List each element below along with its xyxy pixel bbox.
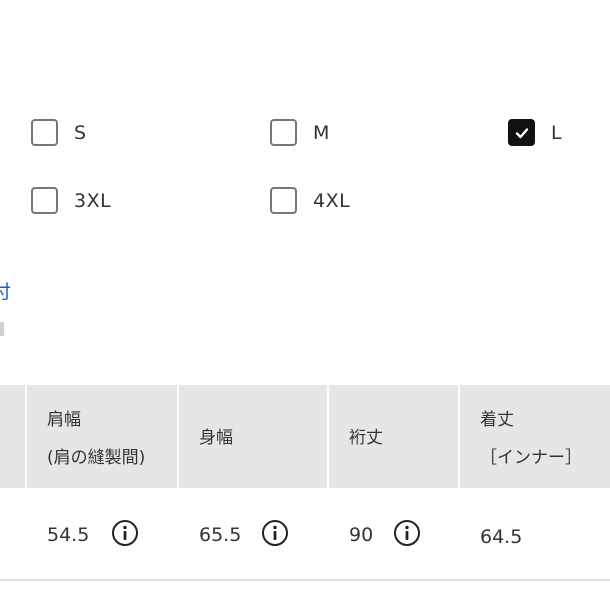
size-option-s[interactable]: S bbox=[31, 119, 87, 146]
table-cell-sleeve: 90 bbox=[329, 488, 460, 582]
size-label: S bbox=[74, 121, 87, 144]
header-label: 身幅 bbox=[199, 428, 233, 448]
header-label: 着丈 bbox=[480, 410, 514, 430]
table-cell-length: 64.5 bbox=[460, 488, 610, 582]
size-label: L bbox=[551, 121, 563, 144]
table-header-length: 着丈 ［インナー］ bbox=[460, 385, 610, 488]
size-checkbox-l[interactable] bbox=[508, 119, 535, 146]
table-header-shoulder: 肩幅 (肩の縫製間) bbox=[27, 385, 179, 488]
table-header-body-width: 身幅 bbox=[179, 385, 329, 488]
size-label: M bbox=[313, 121, 330, 144]
info-icon[interactable] bbox=[111, 519, 139, 547]
cell-value: 54.5 bbox=[47, 524, 90, 546]
size-checkbox-m[interactable] bbox=[270, 119, 297, 146]
table-cell-body-width: 65.5 bbox=[179, 488, 329, 582]
size-option-m[interactable]: M bbox=[270, 119, 330, 146]
cell-value: 64.5 bbox=[480, 526, 523, 548]
check-icon bbox=[515, 127, 528, 138]
info-icon[interactable] bbox=[261, 519, 289, 547]
size-label: 4XL bbox=[313, 189, 351, 212]
header-label: 肩幅 bbox=[47, 410, 81, 430]
edge-divider bbox=[0, 322, 4, 336]
cell-value: 65.5 bbox=[199, 524, 242, 546]
size-option-4xl[interactable]: 4XL bbox=[270, 187, 350, 214]
size-option-l[interactable]: L bbox=[508, 119, 562, 146]
header-sublabel: (肩の縫製間) bbox=[47, 448, 146, 468]
table-header-sleeve: 裄丈 bbox=[329, 385, 460, 488]
size-label: 3XL bbox=[74, 189, 112, 212]
size-checkbox-4xl[interactable] bbox=[270, 187, 297, 214]
table-header-row: 肩幅 (肩の縫製間) 身幅 裄丈 着丈 ［インナー］ bbox=[0, 385, 610, 488]
size-option-3xl[interactable]: 3XL bbox=[31, 187, 111, 214]
header-sublabel: ［インナー］ bbox=[480, 448, 582, 468]
header-label: 裄丈 bbox=[349, 428, 383, 448]
size-checkbox-s[interactable] bbox=[31, 119, 58, 146]
size-guide-link[interactable]: 付 bbox=[0, 277, 11, 304]
cell-value: 90 bbox=[349, 524, 374, 546]
table-header-size bbox=[0, 385, 27, 488]
row-divider bbox=[0, 579, 610, 581]
size-checkbox-3xl[interactable] bbox=[31, 187, 58, 214]
table-cell-shoulder: 54.5 bbox=[27, 488, 179, 582]
info-icon[interactable] bbox=[393, 519, 421, 547]
